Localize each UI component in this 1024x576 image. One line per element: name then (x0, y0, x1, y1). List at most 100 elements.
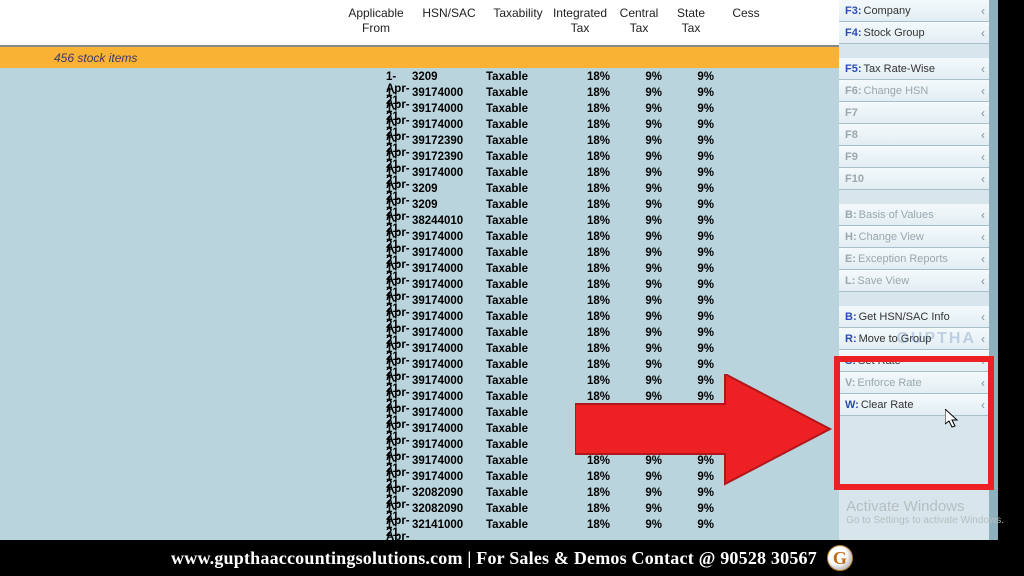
cell-central-tax: 9% (616, 247, 668, 263)
cell-state-tax: 9% (668, 343, 720, 359)
table-row[interactable]: 1-Apr-2139174000Taxable18%9%9% (0, 327, 839, 343)
cell-taxability: Taxable (486, 71, 550, 87)
cell-integrated-tax: 18% (550, 487, 616, 503)
cell-integrated-tax: 18% (550, 519, 616, 535)
table-row[interactable]: 1-Apr-213209Taxable18%9%9% (0, 183, 839, 199)
sidebar-btn-f8: F8 (839, 124, 989, 146)
app-root: Applicable From HSN/SAC Taxability Integ… (0, 0, 1024, 576)
table-row[interactable]: 1-Apr-2139174000Taxable18%9%9% (0, 231, 839, 247)
cell-applicable-from: 1-Apr-21 (340, 407, 412, 423)
table-row[interactable]: 1-Apr-2139174000Taxable18%9%9% (0, 359, 839, 375)
cell-central-tax: 9% (616, 119, 668, 135)
cell-state-tax: 9% (668, 247, 720, 263)
table-row[interactable]: 1-Apr-2139174000Taxable18%9%9% (0, 471, 839, 487)
cell-cess (720, 439, 778, 455)
table-row[interactable]: 1-Apr-2139174000Taxable18%9%9% (0, 439, 839, 455)
table-row[interactable]: 1-Apr-2139174000Taxable18%9%9% (0, 103, 839, 119)
cell-hsn: 3209 (412, 71, 486, 87)
table-row[interactable]: 1-Apr-2139174000Taxable18%9%9% (0, 343, 839, 359)
table-row[interactable]: 1-Apr-2139174000Taxable18%9%9% (0, 311, 839, 327)
table-row[interactable]: 1-Apr-2139174000Taxable18%9%9% (0, 263, 839, 279)
cell-central-tax: 9% (616, 71, 668, 87)
sidebar-btn-move-to-group[interactable]: R:Move to Group (839, 328, 989, 350)
table-row[interactable]: 1-Apr-2138244010Taxable18%9%9% (0, 215, 839, 231)
cell-taxability: Taxable (486, 471, 550, 487)
cell-integrated-tax: 18% (550, 407, 616, 423)
cell-taxability: Taxable (486, 311, 550, 327)
cell-taxability: Taxable (486, 375, 550, 391)
table-row[interactable]: 1-Apr-2132082090Taxable18%9%9% (0, 487, 839, 503)
cell-central-tax: 9% (616, 263, 668, 279)
sidebar-btn-clear-rate[interactable]: W:Clear Rate (839, 394, 989, 416)
cell-state-tax: 9% (668, 263, 720, 279)
footer-banner: www.gupthaaccountingsolutions.com | For … (0, 540, 1024, 576)
sidebar-btn-set-rate[interactable]: S:Set Rate (839, 350, 989, 372)
cell-hsn: 38244010 (412, 215, 486, 231)
cell-central-tax: 9% (616, 327, 668, 343)
table-row[interactable]: 1-Apr-2139174000Taxable18%9%9% (0, 279, 839, 295)
sidebar-btn-f3-company[interactable]: F3:Company (839, 0, 989, 22)
cell-cess (720, 119, 778, 135)
cell-central-tax: 9% (616, 151, 668, 167)
cell-state-tax: 9% (668, 167, 720, 183)
sidebar-btn-get-hsn-sac-info[interactable]: B:Get HSN/SAC Info (839, 306, 989, 328)
cell-hsn: 39174000 (412, 343, 486, 359)
cell-hsn: 32082090 (412, 503, 486, 519)
cell-taxability: Taxable (486, 263, 550, 279)
cell-hsn: 39174000 (412, 407, 486, 423)
table-row[interactable]: 1-Apr-2139174000Taxable18%9%9% (0, 391, 839, 407)
cell-state-tax: 9% (668, 439, 720, 455)
table-row[interactable]: 1-Apr-2139172390Taxable18%9%9% (0, 135, 839, 151)
cell-hsn: 39174000 (412, 279, 486, 295)
table-row[interactable]: 1-Apr-2132141000Taxable18%9%9% (0, 519, 839, 535)
table-row[interactable]: 1-Apr-2139174000Taxable18%9%9% (0, 87, 839, 103)
cell-applicable-from: 1-Apr-21 (340, 167, 412, 183)
data-rows: 1-Apr-213209Taxable18%9%9%1-Apr-21391740… (0, 68, 839, 535)
sidebar-btn-f10: F10 (839, 168, 989, 190)
cell-applicable-from: 1-Apr-21 (340, 215, 412, 231)
table-row[interactable]: 1-Apr-2139174000Taxable18%9%9% (0, 407, 839, 423)
cell-hsn: 39174000 (412, 391, 486, 407)
cell-central-tax: 9% (616, 375, 668, 391)
cell-applicable-from: 1-Apr-21 (340, 439, 412, 455)
cell-central-tax: 9% (616, 183, 668, 199)
cell-central-tax: 9% (616, 311, 668, 327)
table-row[interactable]: 1-Apr-2139174000Taxable18%9%9% (0, 455, 839, 471)
table-row[interactable]: 1-Apr-2132082090Taxable18%9%9% (0, 503, 839, 519)
table-row[interactable]: 1-Apr-2139174000Taxable18%9%9% (0, 375, 839, 391)
table-row[interactable]: 1-Apr-2139174000Taxable18%9%9% (0, 295, 839, 311)
table-row[interactable]: 1-Apr-2139174000Taxable18%9%9% (0, 247, 839, 263)
cell-cess (720, 407, 778, 423)
cell-state-tax: 9% (668, 135, 720, 151)
cell-state-tax: 9% (668, 199, 720, 215)
table-row[interactable]: 1-Apr-213209Taxable18%9%9% (0, 71, 839, 87)
cell-taxability: Taxable (486, 295, 550, 311)
cell-hsn: 39174000 (412, 455, 486, 471)
table-row[interactable]: 1-Apr-213209Taxable18%9%9% (0, 199, 839, 215)
cell-state-tax: 9% (668, 503, 720, 519)
cell-hsn: 39174000 (412, 375, 486, 391)
table-row[interactable]: 1-Apr-2139174000Taxable18%9%9% (0, 167, 839, 183)
cell-applicable-from: 1-Apr-21 (340, 519, 412, 535)
table-row[interactable]: 1-Apr-2139174000Taxable18%9%9% (0, 119, 839, 135)
summary-bar[interactable]: 456 stock items (0, 46, 839, 68)
cell-applicable-from: 1-Apr-21 (340, 375, 412, 391)
cell-central-tax: 9% (616, 215, 668, 231)
cell-state-tax: 9% (668, 359, 720, 375)
cell-cess (720, 471, 778, 487)
col-header-state-tax: State Tax (668, 0, 720, 45)
table-row[interactable]: 1-Apr-2139172390Taxable18%9%9% (0, 151, 839, 167)
cell-state-tax: 9% (668, 471, 720, 487)
cell-taxability: Taxable (486, 135, 550, 151)
cell-taxability: Taxable (486, 359, 550, 375)
cell-cess (720, 263, 778, 279)
cell-cess (720, 151, 778, 167)
sidebar-btn-change-view: H:Change View (839, 226, 989, 248)
cell-integrated-tax: 18% (550, 343, 616, 359)
cell-taxability: Taxable (486, 391, 550, 407)
cell-taxability: Taxable (486, 247, 550, 263)
sidebar-btn-f4-stock-group[interactable]: F4:Stock Group (839, 22, 989, 44)
sidebar-btn-f5-tax-rate-wise[interactable]: F5:Tax Rate-Wise (839, 58, 989, 80)
cell-hsn: 39174000 (412, 231, 486, 247)
table-row[interactable]: 1-Apr-2139174000Taxable18%9%9% (0, 423, 839, 439)
